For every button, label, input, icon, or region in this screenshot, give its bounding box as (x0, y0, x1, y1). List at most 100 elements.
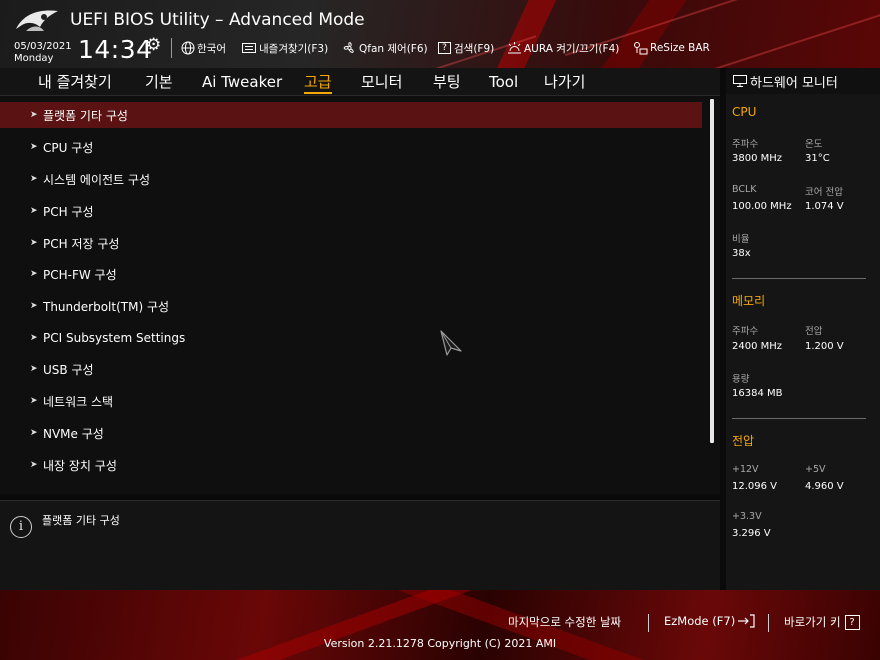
menu-item-label: 내장 장치 구성 (43, 458, 117, 473)
chevron-right-icon: ➤ (30, 364, 38, 374)
memory-frequency-label: 주파수 (732, 326, 759, 337)
cpu-temperature-label: 온도 (805, 139, 823, 150)
version-text: Version 2.21.1278 Copyright (C) 2021 AMI (323, 637, 557, 650)
voltage-section-title: 전압 (732, 434, 755, 448)
qfan-control-label: Qfan 제어(F6) (359, 42, 428, 55)
menu-item-label: 플랫폼 기타 구성 (43, 108, 128, 123)
question-icon: ? (844, 614, 860, 630)
tab-my-favorites[interactable]: 내 즐겨찾기 (38, 72, 112, 94)
menu-item-pci-subsystem[interactable]: ➤ PCI Subsystem Settings (0, 325, 702, 351)
clock-display: 14:34 (78, 35, 153, 64)
chevron-right-icon: ➤ (30, 238, 38, 248)
header-divider (171, 38, 172, 58)
language-label: 한국어 (197, 42, 226, 55)
bclk-value: 100.00 MHz (732, 201, 792, 212)
ezmode-button[interactable]: EzMode (F7) (664, 614, 755, 628)
resize-bar-icon (634, 42, 648, 55)
hardware-monitor-panel: 하드웨어 모니터 CPU 주파수 온도 3800 MHz 31°C BCLK 코… (726, 68, 880, 590)
tab-advanced[interactable]: 고급 (304, 72, 332, 94)
question-icon: ? (438, 42, 451, 54)
v5-label: +5V (805, 464, 826, 475)
menu-item-label: CPU 구성 (43, 140, 94, 155)
menu-item-label: PCI Subsystem Settings (43, 331, 186, 345)
chevron-right-icon: ➤ (30, 269, 38, 279)
menu-item-system-agent[interactable]: ➤ 시스템 에이전트 구성 (0, 166, 702, 192)
fan-icon (343, 42, 354, 53)
chevron-right-icon: ➤ (30, 301, 38, 311)
core-voltage-label: 코어 전압 (805, 187, 843, 198)
memory-voltage-label: 전압 (805, 326, 823, 337)
hotkeys-button[interactable]: 바로가기 키 ? (784, 614, 860, 630)
section-divider (732, 418, 866, 419)
v5-value: 4.960 V (805, 481, 844, 492)
memory-capacity-value: 16384 MB (732, 388, 783, 399)
chevron-right-icon: ➤ (30, 142, 38, 152)
ratio-value: 38x (732, 248, 751, 259)
exit-arrow-icon (738, 614, 755, 628)
main-tab-bar: 내 즐겨찾기 기본 Ai Tweaker 고급 모니터 부팅 Tool 나가기 (0, 68, 720, 96)
menu-item-usb[interactable]: ➤ USB 구성 (0, 356, 702, 382)
menu-item-onboard-devices[interactable]: ➤ 내장 장치 구성 (0, 452, 702, 478)
chevron-right-icon: ➤ (30, 396, 38, 406)
tab-ai-tweaker[interactable]: Ai Tweaker (202, 72, 282, 94)
menu-item-label: PCH 저장 구성 (43, 236, 120, 251)
advanced-menu-list: ➤ 플랫폼 기타 구성 ➤ CPU 구성 ➤ 시스템 에이전트 구성 ➤ PCH… (0, 96, 720, 494)
menu-item-label: PCH 구성 (43, 204, 94, 219)
help-description-text: 플랫폼 기타 구성 (42, 514, 120, 527)
clock-settings-gear-icon[interactable]: ⚙ (146, 35, 161, 55)
help-description-panel: i 플랫폼 기타 구성 (0, 500, 720, 590)
menu-item-label: PCH-FW 구성 (43, 267, 117, 282)
footer-divider (768, 614, 769, 632)
app-title: UEFI BIOS Utility – Advanced Mode (70, 10, 365, 30)
tab-tool[interactable]: Tool (489, 72, 518, 94)
menu-item-pch-fw[interactable]: ➤ PCH-FW 구성 (0, 261, 702, 287)
chevron-right-icon: ➤ (30, 460, 38, 470)
mouse-pointer-icon (440, 330, 462, 356)
menu-item-network-stack[interactable]: ➤ 네트워크 스택 (0, 388, 702, 414)
tab-exit[interactable]: 나가기 (544, 72, 585, 94)
menu-item-label: USB 구성 (43, 362, 94, 377)
language-button[interactable]: 한국어 (181, 40, 226, 56)
footer-divider (648, 614, 649, 632)
info-icon: i (10, 516, 32, 538)
last-modified-label: 마지막으로 수정한 날짜 (508, 615, 622, 629)
tab-boot[interactable]: 부팅 (433, 72, 461, 94)
my-favorites-button[interactable]: 내즐겨찾기(F3) (242, 40, 328, 56)
qfan-control-button[interactable]: Qfan 제어(F6) (342, 40, 428, 56)
menu-item-label: Thunderbolt(TM) 구성 (43, 299, 170, 314)
v12-value: 12.096 V (732, 481, 778, 492)
resize-bar-label: ReSize BAR (650, 42, 710, 54)
aura-toggle-label: AURA 켜기/끄기(F4) (524, 42, 620, 55)
search-button[interactable]: ? 검색(F9) (438, 40, 494, 56)
rog-logo-icon (16, 10, 58, 31)
menu-item-pch[interactable]: ➤ PCH 구성 (0, 198, 702, 224)
menu-item-cpu[interactable]: ➤ CPU 구성 (0, 134, 702, 160)
hardware-monitor-title: 하드웨어 모니터 (750, 75, 838, 91)
memory-section-title: 메모리 (732, 294, 766, 308)
menu-item-nvme[interactable]: ➤ NVMe 구성 (0, 420, 702, 446)
menu-scrollbar[interactable] (710, 99, 714, 443)
chevron-right-icon: ➤ (30, 333, 38, 343)
memory-frequency-value: 2400 MHz (732, 341, 783, 352)
memory-voltage-value: 1.200 V (805, 341, 844, 352)
menu-item-platform-misc[interactable]: ➤ 플랫폼 기타 구성 (0, 102, 702, 128)
my-favorites-label: 내즐겨찾기(F3) (259, 42, 329, 55)
globe-icon (181, 41, 195, 55)
header-bar: UEFI BIOS Utility – Advanced Mode 05/03/… (0, 0, 880, 68)
tab-monitor[interactable]: 모니터 (361, 72, 402, 94)
tab-main[interactable]: 기본 (145, 72, 173, 94)
aura-toggle-button[interactable]: AURA 켜기/끄기(F4) (507, 40, 619, 56)
menu-item-thunderbolt[interactable]: ➤ Thunderbolt(TM) 구성 (0, 293, 702, 319)
menu-item-pch-storage[interactable]: ➤ PCH 저장 구성 (0, 230, 702, 256)
menu-item-label: 시스템 에이전트 구성 (43, 172, 150, 187)
bclk-label: BCLK (732, 184, 757, 195)
core-voltage-value: 1.074 V (805, 201, 844, 212)
chevron-right-icon: ➤ (30, 206, 38, 216)
v33-label: +3.3V (732, 511, 762, 522)
ratio-label: 비율 (732, 234, 750, 245)
resize-bar-button[interactable]: ReSize BAR (632, 40, 710, 56)
last-modified-button[interactable]: 마지막으로 수정한 날짜 (508, 614, 621, 630)
hardware-monitor-header: 하드웨어 모니터 (726, 68, 880, 94)
aura-icon (508, 42, 521, 54)
v12-label: +12V (732, 464, 759, 475)
